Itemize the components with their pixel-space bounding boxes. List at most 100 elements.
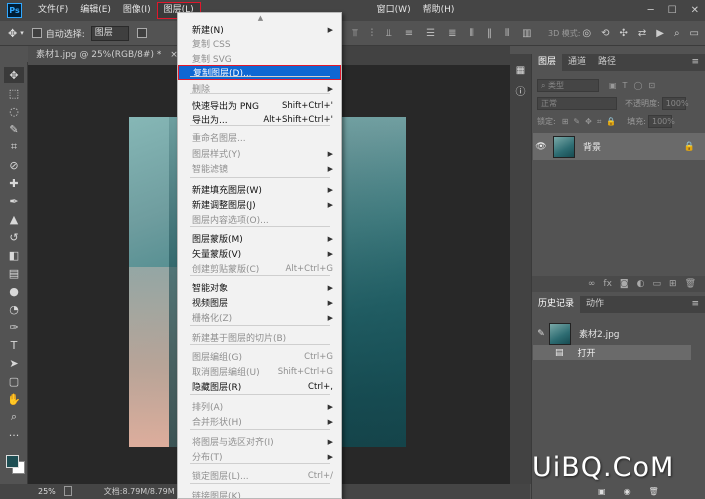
align-bottom-icon[interactable]: ⫫ [386, 28, 392, 39]
link-icon[interactable]: ∞ [588, 279, 596, 289]
hand-tool-icon[interactable]: ✋ [4, 391, 24, 407]
more-tools-icon[interactable]: ··· [4, 427, 24, 443]
menu-item-17[interactable]: 视频图层 ▶ [178, 295, 341, 310]
camera-icon[interactable]: ◉ [624, 487, 631, 496]
tab-actions[interactable]: 动作 [580, 296, 610, 313]
history-step-open[interactable]: ▤ 打开 [533, 345, 691, 360]
menu-item-12[interactable]: 图层内容选项(O)... [178, 212, 341, 227]
align-vcenter-icon[interactable]: ⫶ [371, 28, 374, 39]
history-panel-icon[interactable]: ▦ [514, 64, 527, 77]
foreground-color-swatch[interactable] [6, 455, 19, 468]
healing-brush-tool-icon[interactable]: ✚ [4, 175, 24, 191]
search-icon[interactable]: ⌕ [674, 28, 680, 39]
info-panel-icon[interactable]: ⓘ [514, 84, 527, 98]
distribute-right-icon[interactable]: ⫴ [505, 28, 509, 39]
pen-tool-icon[interactable]: ✑ [4, 319, 24, 335]
mask-icon[interactable]: ◙ [620, 279, 629, 289]
blend-mode-select[interactable]: 正常 [537, 97, 617, 110]
video-camera-icon[interactable]: ▶ [656, 28, 664, 39]
gradient-tool-icon[interactable]: ▤ [4, 265, 24, 281]
adjustment-icon[interactable]: ◐ [637, 279, 645, 289]
menu-item-20[interactable]: 图层编组(G) Ctrl+G [178, 349, 341, 364]
quick-select-tool-icon[interactable]: ✎ [4, 121, 24, 137]
menu-window[interactable]: 窗口(W) [371, 0, 417, 21]
crop-tool-icon[interactable]: ⌗ [4, 139, 24, 155]
distribute-left-icon[interactable]: ⦀ [470, 28, 474, 39]
menu-item-11[interactable]: 新建调整图层(J) ▶ [178, 197, 341, 212]
marquee-tool-icon[interactable]: ⬚ [4, 85, 24, 101]
menu-item-25[interactable]: 将图层与选区对齐(I) ▶ [178, 434, 341, 449]
layer-row-background[interactable]: 👁 背景 🔒 [533, 133, 705, 160]
history-brush-icon[interactable]: ✎ [533, 329, 549, 339]
history-brush-tool-icon[interactable]: ↺ [4, 229, 24, 245]
menu-item-13[interactable]: 图层蒙版(M) ▶ [178, 231, 341, 246]
zoom-tool-icon[interactable]: ⌕ [4, 409, 24, 425]
eyedropper-tool-icon[interactable]: ⊘ [4, 157, 24, 173]
menu-item-23[interactable]: 排列(A) ▶ [178, 399, 341, 414]
zoom-field-box[interactable] [64, 486, 72, 496]
tab-layers[interactable]: 图层 [532, 54, 563, 71]
distribute-bottom-icon[interactable]: ≣ [448, 28, 456, 39]
3d-drag-icon[interactable]: ✣ [619, 28, 627, 39]
distribute-top-icon[interactable]: ≡ [405, 28, 413, 39]
fx-icon[interactable]: fx [603, 279, 612, 289]
tab-channels[interactable]: 通道 [562, 54, 592, 71]
menu-item-7[interactable]: 重命名图层... [178, 130, 341, 145]
minimize-icon[interactable]: ─ [648, 5, 654, 16]
dodge-tool-icon[interactable]: ◔ [4, 301, 24, 317]
layer-name[interactable]: 背景 [583, 140, 601, 153]
menu-item-28[interactable]: 链接图层(K) [178, 488, 341, 498]
menu-item-2[interactable]: 复制 SVG [178, 51, 341, 66]
menu-help[interactable]: 帮助(H) [417, 0, 461, 21]
snapshot-icon[interactable]: ▣ [598, 487, 606, 496]
history-snapshot[interactable]: ✎ 素材2.jpg [533, 320, 705, 347]
menu-item-16[interactable]: 智能对象 ▶ [178, 280, 341, 295]
rectangle-tool-icon[interactable]: ▢ [4, 373, 24, 389]
tab-history[interactable]: 历史记录 [532, 296, 581, 313]
lock-icons[interactable]: ⊞✎✥⌗🔒 [562, 117, 622, 127]
auto-align-icon[interactable]: ▥ [522, 28, 531, 39]
folder-icon[interactable]: ▭ [653, 279, 662, 289]
new-layer-icon[interactable]: ⊞ [669, 279, 677, 289]
menu-item-1[interactable]: 复制 CSS [178, 36, 341, 51]
opacity-field[interactable]: 100% [661, 97, 689, 110]
menu-item-5[interactable]: 快速导出为 PNG Shift+Ctrl+' [178, 98, 341, 113]
move-tool-icon[interactable]: ✥ [8, 27, 17, 40]
menu-image[interactable]: 图像(I) [117, 0, 157, 21]
type-tool-icon[interactable]: T [4, 337, 24, 353]
layer-filter-icons[interactable]: ▣T◯⊡ [609, 81, 661, 90]
align-top-icon[interactable]: ⫪ [352, 28, 358, 39]
menu-item-18[interactable]: 栅格化(Z) ▶ [178, 310, 341, 325]
trash-icon[interactable]: 🗑 [649, 487, 659, 496]
menu-file[interactable]: 文件(F) [32, 0, 74, 21]
transform-controls-checkbox[interactable] [136, 28, 147, 38]
menu-item-14[interactable]: 矢量蒙版(V) ▶ [178, 246, 341, 261]
menu-item-22[interactable]: 隐藏图层(R) Ctrl+, [178, 379, 341, 394]
menu-item-19[interactable]: 新建基于图层的切片(B) [178, 330, 341, 345]
menu-item-24[interactable]: 合并形状(H) ▶ [178, 414, 341, 429]
menu-edit[interactable]: 编辑(E) [74, 0, 117, 21]
blur-tool-icon[interactable]: ● [4, 283, 24, 299]
lasso-tool-icon[interactable]: ◌ [4, 103, 24, 119]
eye-icon[interactable]: 👁 [533, 142, 549, 152]
clone-stamp-tool-icon[interactable]: ▲ [4, 211, 24, 227]
menu-item-21[interactable]: 取消图层编组(U) Shift+Ctrl+G [178, 364, 341, 379]
document-tab[interactable]: 素材1.jpg @ 25%(RGB/8#) * × [28, 46, 186, 65]
layer-filter-field[interactable]: ⌕ 类型 [537, 79, 599, 92]
menu-item-15[interactable]: 创建剪贴蒙版(C) Alt+Ctrl+G [178, 261, 341, 276]
auto-select-checkbox[interactable] [31, 28, 42, 38]
menu-item-9[interactable]: 智能滤镜 ▶ [178, 161, 341, 176]
chevron-down-icon[interactable]: ▾ [20, 29, 24, 37]
eraser-tool-icon[interactable]: ◧ [4, 247, 24, 263]
3d-orbit-icon[interactable]: ◎ [582, 28, 591, 39]
trash-icon[interactable]: 🗑 [685, 279, 696, 289]
layers-panel-menu-icon[interactable]: ≡ [691, 57, 699, 67]
zoom-level[interactable]: 25% [38, 487, 56, 496]
distribute-vcenter-icon[interactable]: ☰ [426, 28, 435, 39]
3d-slide-icon[interactable]: ⇄ [638, 28, 646, 39]
move-tool-icon[interactable]: ✥ [4, 67, 24, 83]
menu-item-3[interactable]: 复制图层(D)... [178, 65, 341, 80]
menu-item-0[interactable]: 新建(N) ▶ [178, 22, 341, 37]
fill-field[interactable]: 100% [647, 115, 675, 128]
maximize-icon[interactable]: ☐ [668, 5, 677, 16]
